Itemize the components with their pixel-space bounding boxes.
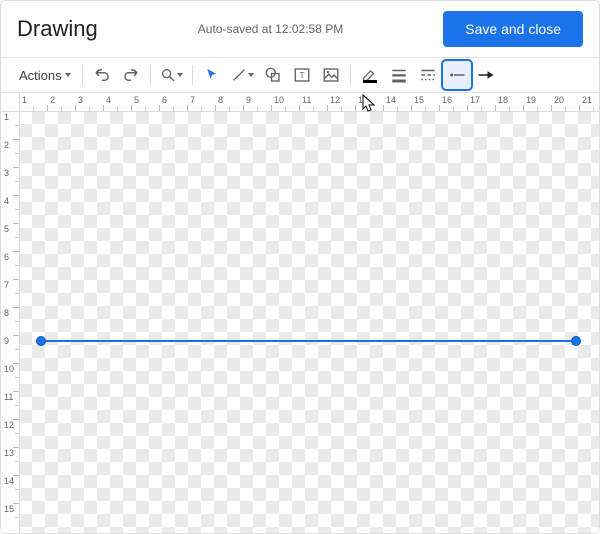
ruler-tick-label: 14	[386, 95, 396, 105]
ruler-tick-label: 5	[4, 224, 9, 234]
line-start-icon	[448, 66, 466, 84]
line-tool-button[interactable]	[227, 61, 258, 89]
ruler-tick-label: 13	[358, 95, 368, 105]
redo-button[interactable]	[117, 61, 145, 89]
toolbar-separator	[82, 65, 83, 85]
ruler-corner	[1, 93, 20, 112]
ruler-tick-label: 5	[134, 95, 139, 105]
svg-text:T: T	[299, 71, 304, 80]
ruler-tick-label: 3	[4, 168, 9, 178]
ruler-tick-label: 6	[162, 95, 167, 105]
drawing-canvas[interactable]	[19, 111, 599, 533]
toolbar-separator	[150, 65, 151, 85]
undo-icon	[93, 66, 111, 84]
line-end-button[interactable]	[472, 61, 500, 89]
undo-button[interactable]	[88, 61, 116, 89]
ruler-tick-label: 12	[4, 420, 14, 430]
toolbar-separator	[192, 65, 193, 85]
save-and-close-button[interactable]: Save and close	[443, 11, 583, 47]
drawing-dialog: Drawing Auto-saved at 12:02:58 PM Save a…	[0, 0, 600, 534]
line-dash-button[interactable]	[414, 61, 442, 89]
ruler-tick-label: 7	[190, 95, 195, 105]
dialog-title: Drawing	[17, 16, 98, 42]
ruler-tick-label: 19	[526, 95, 536, 105]
toolbar-separator	[350, 65, 351, 85]
ruler-tick-label: 8	[4, 308, 9, 318]
ruler-tick-label: 7	[4, 280, 9, 290]
ruler-tick-label: 14	[4, 476, 14, 486]
ruler-tick-label: 1	[4, 112, 9, 122]
textbox-tool-button[interactable]: T	[288, 61, 316, 89]
line-end-handle[interactable]	[571, 336, 581, 346]
ruler-tick-label: 6	[4, 252, 9, 262]
drawn-line-shape[interactable]	[41, 340, 576, 342]
ruler-tick-label: 21	[582, 95, 592, 105]
horizontal-ruler[interactable]: 123456789101112131415161718192021	[19, 93, 599, 112]
zoom-button[interactable]	[156, 61, 187, 89]
toolbar: Actions T	[1, 58, 599, 92]
line-weight-button[interactable]	[385, 61, 413, 89]
ruler-tick-label: 9	[4, 336, 9, 346]
pencil-icon	[361, 66, 379, 84]
actions-menu-button[interactable]: Actions	[9, 61, 77, 89]
ruler-tick-label: 2	[4, 140, 9, 150]
ruler-tick-label: 15	[4, 504, 14, 514]
line-tool-icon	[231, 67, 247, 83]
ruler-tick-label: 10	[4, 364, 14, 374]
ruler-tick-label: 4	[4, 196, 9, 206]
ruler-tick-label: 9	[246, 95, 251, 105]
line-end-arrow-icon	[477, 66, 495, 84]
ruler-tick-label: 2	[50, 95, 55, 105]
line-weight-icon	[390, 66, 408, 84]
caret-down-icon	[248, 73, 254, 77]
autosave-status: Auto-saved at 12:02:58 PM	[198, 22, 343, 36]
line-start-button[interactable]	[443, 61, 471, 89]
caret-down-icon	[65, 73, 71, 77]
dialog-header: Drawing Auto-saved at 12:02:58 PM Save a…	[1, 1, 599, 57]
actions-menu-label: Actions	[19, 68, 62, 83]
ruler-tick-label: 13	[4, 448, 14, 458]
image-icon	[322, 66, 340, 84]
ruler-tick-label: 17	[470, 95, 480, 105]
shape-icon	[264, 66, 282, 84]
ruler-tick-label: 11	[4, 392, 13, 402]
ruler-tick-label: 4	[106, 95, 111, 105]
vertical-ruler[interactable]: 123456789101112131415	[1, 111, 20, 533]
ruler-tick-label: 10	[274, 95, 284, 105]
zoom-icon	[160, 67, 176, 83]
ruler-tick-label: 20	[554, 95, 564, 105]
ruler-tick-label: 1	[22, 95, 27, 105]
line-color-button[interactable]	[356, 61, 384, 89]
line-dash-icon	[419, 66, 437, 84]
textbox-icon: T	[293, 66, 311, 84]
ruler-tick-label: 16	[442, 95, 452, 105]
cursor-arrow-icon	[204, 67, 220, 83]
ruler-tick-label: 8	[218, 95, 223, 105]
ruler-tick-label: 11	[302, 95, 311, 105]
select-tool-button[interactable]	[198, 61, 226, 89]
ruler-tick-label: 3	[78, 95, 83, 105]
line-start-handle[interactable]	[36, 336, 46, 346]
work-area: 123456789101112131415161718192021 123456…	[1, 93, 599, 533]
redo-icon	[122, 66, 140, 84]
caret-down-icon	[177, 73, 183, 77]
shape-tool-button[interactable]	[259, 61, 287, 89]
color-swatch-bar	[363, 80, 377, 83]
ruler-tick-label: 12	[330, 95, 340, 105]
ruler-tick-label: 18	[498, 95, 508, 105]
ruler-tick-label: 15	[414, 95, 424, 105]
image-tool-button[interactable]	[317, 61, 345, 89]
